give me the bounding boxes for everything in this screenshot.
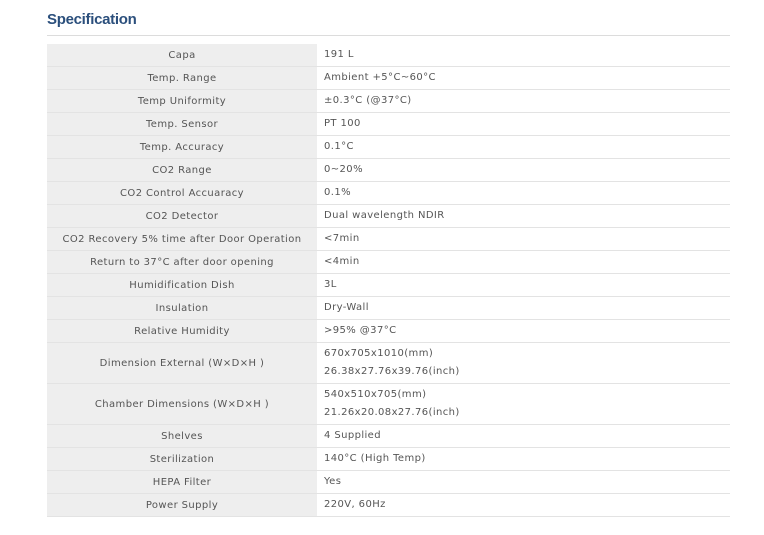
spec-row: Chamber Dimensions (W×D×H ) 540x510x705(m… — [47, 383, 730, 425]
spec-value-line: 3L — [324, 279, 337, 290]
spec-label: Insulation — [47, 296, 318, 320]
spec-row: Relative Humidity >95% @37°C — [47, 319, 730, 343]
spec-value: Dual wavelength NDIR — [317, 204, 730, 228]
spec-value: <4min — [317, 250, 730, 274]
spec-value: 4 Supplied — [317, 424, 730, 448]
spec-label: Power Supply — [47, 493, 318, 517]
spec-row: Insulation Dry-Wall — [47, 296, 730, 320]
spec-value-line: Dual wavelength NDIR — [324, 210, 445, 221]
spec-row: CO2 Recovery 5% time after Door Operatio… — [47, 227, 730, 251]
spec-label: CO2 Control Accuaracy — [47, 181, 318, 205]
spec-value: 0.1°C — [317, 135, 730, 159]
spec-value-line: 220V, 60Hz — [324, 499, 386, 510]
spec-value-line: ±0.3°C (@37°C) — [324, 95, 412, 106]
spec-value: 191 L — [317, 44, 730, 67]
spec-label: Temp. Sensor — [47, 112, 318, 136]
spec-label: Humidification Dish — [47, 273, 318, 297]
spec-value: 3L — [317, 273, 730, 297]
spec-value: 670x705x1010(mm) 26.38x27.76x39.76(inch) — [317, 342, 730, 384]
spec-row: Sterilization 140°C (High Temp) — [47, 447, 730, 471]
page-title: Specification — [47, 11, 137, 28]
spec-label: Return to 37°C after door opening — [47, 250, 318, 274]
spec-value-line: 191 L — [324, 49, 354, 60]
spec-value: PT 100 — [317, 112, 730, 136]
spec-row: Temp. Sensor PT 100 — [47, 112, 730, 136]
spec-row: Temp. Accuracy 0.1°C — [47, 135, 730, 159]
spec-value-line: <7min — [324, 233, 360, 244]
spec-label: Capa — [47, 44, 318, 67]
spec-label: Shelves — [47, 424, 318, 448]
spec-label: HEPA Filter — [47, 470, 318, 494]
spec-row: Temp Uniformity ±0.3°C (@37°C) — [47, 89, 730, 113]
spec-row: Capa 191 L — [47, 44, 730, 67]
spec-value-line: PT 100 — [324, 118, 361, 129]
spec-value-line: 540x510x705(mm) — [324, 389, 427, 400]
spec-value-line: 140°C (High Temp) — [324, 453, 426, 464]
spec-label: CO2 Range — [47, 158, 318, 182]
spec-value-line: 4 Supplied — [324, 430, 381, 441]
spec-value: 140°C (High Temp) — [317, 447, 730, 471]
spec-value: ±0.3°C (@37°C) — [317, 89, 730, 113]
spec-row: Shelves 4 Supplied — [47, 424, 730, 448]
spec-label: Sterilization — [47, 447, 318, 471]
spec-value-line: Dry-Wall — [324, 302, 369, 313]
spec-label: Temp. Range — [47, 66, 318, 90]
spec-row: Temp. Range Ambient +5°C~60°C — [47, 66, 730, 90]
spec-label: Dimension External (W×D×H ) — [47, 342, 318, 384]
spec-value: >95% @37°C — [317, 319, 730, 343]
specification-table-body: Capa 191 L Temp. Range Ambient +5°C~60°C Tem… — [47, 44, 730, 517]
spec-label: CO2 Recovery 5% time after Door Operatio… — [47, 227, 318, 251]
spec-value-line: 670x705x1010(mm) — [324, 348, 434, 359]
spec-value: 0.1% — [317, 181, 730, 205]
spec-value: 540x510x705(mm) 21.26x20.08x27.76(inch) — [317, 383, 730, 425]
spec-value-line: 26.38x27.76x39.76(inch) — [324, 366, 460, 377]
spec-value: Yes — [317, 470, 730, 494]
spec-value-line: 0~20% — [324, 164, 363, 175]
spec-label: Temp. Accuracy — [47, 135, 318, 159]
spec-row: Return to 37°C after door opening <4min — [47, 250, 730, 274]
spec-row: Humidification Dish 3L — [47, 273, 730, 297]
specification-table: Capa 191 L Temp. Range Ambient +5°C~60°C Tem… — [47, 44, 730, 517]
spec-label: Chamber Dimensions (W×D×H ) — [47, 383, 318, 425]
spec-value-line: >95% @37°C — [324, 325, 397, 336]
spec-value: <7min — [317, 227, 730, 251]
spec-value-line: 21.26x20.08x27.76(inch) — [324, 407, 460, 418]
spec-value: Dry-Wall — [317, 296, 730, 320]
spec-value-line: Ambient +5°C~60°C — [324, 72, 436, 83]
spec-row: CO2 Detector Dual wavelength NDIR — [47, 204, 730, 228]
spec-row: HEPA Filter Yes — [47, 470, 730, 494]
spec-label: Temp Uniformity — [47, 89, 318, 113]
spec-label: CO2 Detector — [47, 204, 318, 228]
spec-value-line: 0.1% — [324, 187, 352, 198]
spec-row: Power Supply 220V, 60Hz — [47, 493, 730, 517]
spec-row: CO2 Range 0~20% — [47, 158, 730, 182]
spec-value: Ambient +5°C~60°C — [317, 66, 730, 90]
spec-label: Relative Humidity — [47, 319, 318, 343]
spec-value-line: <4min — [324, 256, 360, 267]
spec-value-line: 0.1°C — [324, 141, 354, 152]
spec-value-line: Yes — [324, 476, 342, 487]
spec-value: 220V, 60Hz — [317, 493, 730, 517]
spec-value: 0~20% — [317, 158, 730, 182]
title-divider — [47, 35, 730, 36]
spec-row: CO2 Control Accuaracy 0.1% — [47, 181, 730, 205]
spec-row: Dimension External (W×D×H ) 670x705x1010(… — [47, 342, 730, 384]
